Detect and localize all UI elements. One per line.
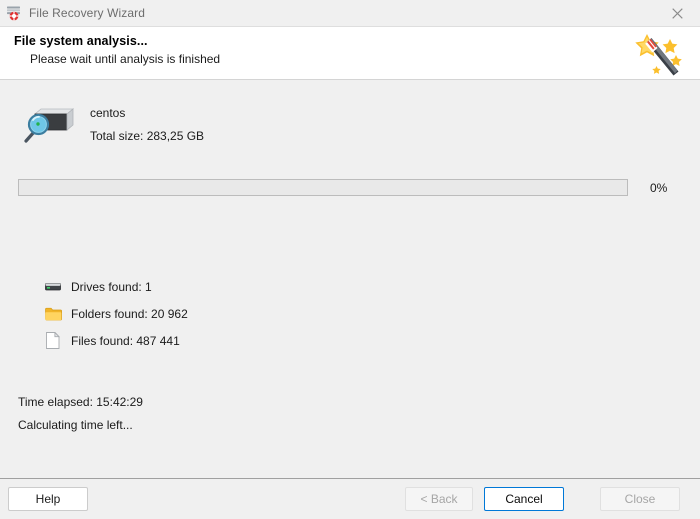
- wizard-footer: Help < Back Cancel Close: [0, 478, 700, 519]
- close-window-button[interactable]: [655, 0, 700, 26]
- stat-label-folders: Folders found: 20 962: [71, 306, 188, 321]
- magic-wand-icon: [630, 30, 688, 78]
- drive-total-size: Total size: 283,25 GB: [90, 129, 205, 143]
- wizard-header: File system analysis... Please wait unti…: [0, 27, 700, 80]
- drive-icon: [44, 277, 62, 297]
- page-title: File system analysis...: [14, 34, 148, 48]
- back-button: < Back: [405, 487, 473, 511]
- disk-search-icon: [22, 102, 78, 144]
- progress-percent-label: 0%: [650, 180, 668, 195]
- stat-row-drives: Drives found: 1: [44, 273, 188, 300]
- close-button: Close: [600, 487, 680, 511]
- folder-icon: [44, 304, 62, 324]
- file-icon: [44, 331, 62, 351]
- progress-row: 0%: [18, 179, 682, 196]
- close-icon: [672, 7, 683, 19]
- file-recovery-wizard-window: File Recovery Wizard File system analysi…: [0, 0, 700, 519]
- stat-label-drives: Drives found: 1: [71, 279, 152, 294]
- recovery-disk-icon: [6, 5, 22, 21]
- wizard-body: centos Total size: 283,25 GB 0% Drives f…: [0, 80, 700, 478]
- help-button[interactable]: Help: [8, 487, 88, 511]
- stat-row-files: Files found: 487 441: [44, 327, 188, 354]
- scan-statistics: Drives found: 1 Folders found: 20 962 Fi…: [44, 273, 188, 354]
- drive-name: centos: [90, 106, 126, 120]
- progress-bar: [18, 179, 628, 196]
- window-title: File Recovery Wizard: [29, 6, 146, 20]
- page-subtitle: Please wait until analysis is finished: [30, 52, 221, 66]
- cancel-button[interactable]: Cancel: [484, 487, 564, 511]
- stat-label-files: Files found: 487 441: [71, 333, 180, 348]
- drive-summary: centos Total size: 283,25 GB: [22, 102, 204, 145]
- time-elapsed: Time elapsed: 15:42:29: [18, 395, 143, 409]
- time-info: Time elapsed: 15:42:29 Calculating time …: [18, 391, 143, 437]
- stat-row-folders: Folders found: 20 962: [44, 300, 188, 327]
- time-remaining: Calculating time left...: [18, 418, 133, 432]
- title-bar: File Recovery Wizard: [0, 0, 700, 27]
